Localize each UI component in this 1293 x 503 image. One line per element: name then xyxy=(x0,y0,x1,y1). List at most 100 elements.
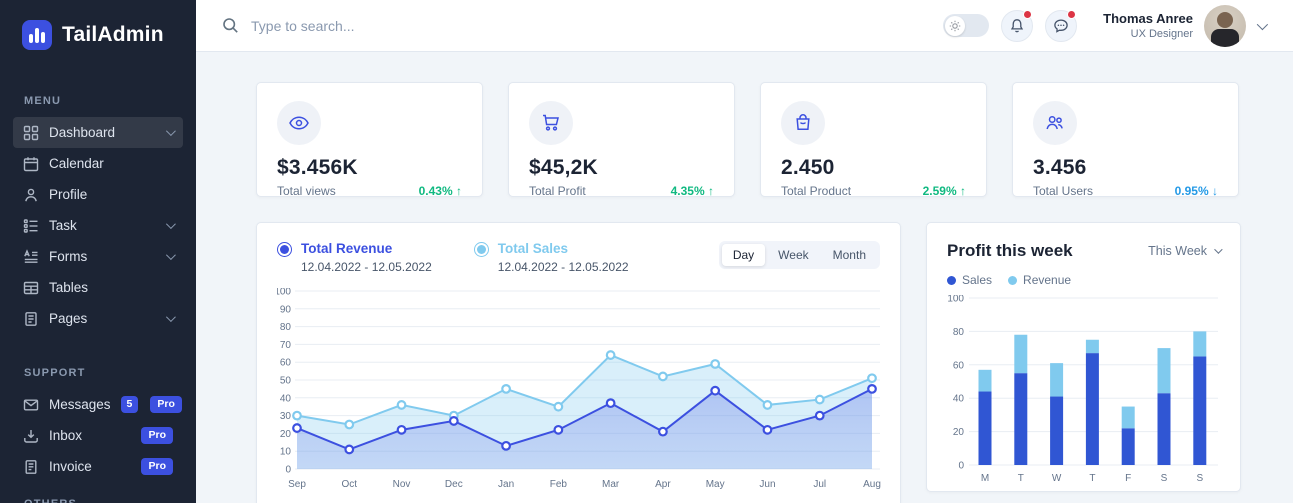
sidebar-item-calendar[interactable]: Calendar xyxy=(13,148,183,179)
calendar-icon xyxy=(23,156,39,172)
sidebar-item-label: Pages xyxy=(49,311,156,326)
sidebar-item-dashboard[interactable]: Dashboard xyxy=(13,117,183,148)
sidebar-item-messages[interactable]: Messages 5 Pro xyxy=(13,389,183,420)
task-icon xyxy=(23,218,39,234)
svg-text:40: 40 xyxy=(280,393,292,404)
sidebar: TailAdmin MENU Dashboard Calendar Profil… xyxy=(0,0,196,503)
forms-icon xyxy=(23,249,39,265)
stat-delta: 0.95% xyxy=(1175,184,1209,198)
svg-text:20: 20 xyxy=(953,427,965,438)
data-point xyxy=(607,399,615,407)
data-point xyxy=(398,401,406,409)
range-button-month[interactable]: Month xyxy=(822,244,877,266)
sun-icon xyxy=(949,20,961,32)
inbox-icon xyxy=(23,428,39,444)
user-menu[interactable]: Thomas Anree UX Designer xyxy=(1103,5,1265,47)
data-point xyxy=(816,396,824,404)
range-toggle: Day Week Month xyxy=(719,241,880,269)
sidebar-item-label: Task xyxy=(49,218,156,233)
sidebar-item-pages[interactable]: Pages xyxy=(13,303,183,334)
sidebar-item-inbox[interactable]: Inbox Pro xyxy=(13,420,183,451)
legend-dot-icon xyxy=(947,276,956,285)
legend-label: Sales xyxy=(962,273,992,287)
stat-label: Total views xyxy=(277,184,336,198)
svg-text:S: S xyxy=(1161,473,1168,484)
trend-down-icon: ↓ xyxy=(1212,184,1218,198)
stat-card-total-product: 2.450 Total Product 2.59% ↑ xyxy=(760,82,987,197)
stat-value: $3.456K xyxy=(277,156,462,180)
revenue-area-chart: 0102030405060708090100SepOctNovDecJanFeb… xyxy=(277,288,882,493)
revenue-bar xyxy=(1158,348,1171,393)
users-icon xyxy=(1044,112,1066,134)
svg-text:Jan: Jan xyxy=(498,479,514,490)
svg-text:20: 20 xyxy=(280,429,292,440)
sidebar-item-tables[interactable]: Tables xyxy=(13,272,183,303)
data-point xyxy=(555,426,563,434)
revenue-bar xyxy=(1086,340,1099,353)
stat-card-total-profit: $45,2K Total Profit 4.35% ↑ xyxy=(508,82,735,197)
eye-icon xyxy=(288,112,310,134)
svg-text:Jun: Jun xyxy=(759,479,775,490)
user-role: UX Designer xyxy=(1103,28,1193,40)
data-point xyxy=(764,426,772,434)
svg-text:10: 10 xyxy=(280,447,292,458)
sidebar-item-label: Tables xyxy=(49,280,173,295)
chevron-down-icon xyxy=(1214,245,1222,253)
pro-badge: Pro xyxy=(141,427,173,444)
series-period: 12.04.2022 - 12.05.2022 xyxy=(498,260,629,274)
pro-badge: Pro xyxy=(141,458,173,475)
search-input[interactable] xyxy=(251,18,571,34)
svg-text:0: 0 xyxy=(958,461,964,472)
legend-sales: Sales xyxy=(947,273,992,287)
data-point xyxy=(502,385,510,393)
revenue-bar xyxy=(979,370,992,392)
data-point xyxy=(293,412,301,420)
stat-value: 3.456 xyxy=(1033,156,1218,180)
legend-total-sales: Total Sales 12.04.2022 - 12.05.2022 xyxy=(474,241,629,274)
stat-delta: 2.59% xyxy=(923,184,957,198)
data-point xyxy=(345,421,353,429)
section-label-others: OTHERS xyxy=(0,498,196,503)
sidebar-item-forms[interactable]: Forms xyxy=(13,241,183,272)
data-point xyxy=(502,442,510,450)
range-button-day[interactable]: Day xyxy=(722,244,765,266)
brand[interactable]: TailAdmin xyxy=(0,0,196,56)
sidebar-item-label: Dashboard xyxy=(49,125,156,140)
stat-card-total-users: 3.456 Total Users 0.95% ↓ xyxy=(1012,82,1239,197)
legend-total-revenue: Total Revenue 12.04.2022 - 12.05.2022 xyxy=(277,241,432,274)
sidebar-item-invoice[interactable]: Invoice Pro xyxy=(13,451,183,482)
revenue-bar xyxy=(1050,363,1063,396)
chevron-down-icon xyxy=(166,250,176,260)
dark-mode-toggle[interactable] xyxy=(943,14,989,37)
dashboard-icon xyxy=(23,125,39,141)
profit-chart-card: Profit this week This Week Sales Revenue… xyxy=(926,222,1241,492)
sales-bar xyxy=(1122,428,1135,465)
svg-text:80: 80 xyxy=(280,322,292,333)
legend-dot-icon xyxy=(1008,276,1017,285)
chat-icon xyxy=(1053,18,1069,34)
trend-up-icon: ↑ xyxy=(708,184,714,198)
messages-button[interactable] xyxy=(1045,10,1077,42)
sidebar-item-label: Messages xyxy=(49,397,111,412)
range-button-week[interactable]: Week xyxy=(767,244,819,266)
svg-text:80: 80 xyxy=(953,327,965,338)
notifications-button[interactable] xyxy=(1001,10,1033,42)
sidebar-item-task[interactable]: Task xyxy=(13,210,183,241)
sidebar-item-profile[interactable]: Profile xyxy=(13,179,183,210)
stat-value: 2.450 xyxy=(781,156,966,180)
section-label-support: SUPPORT xyxy=(0,367,196,379)
cart-icon xyxy=(540,112,562,134)
week-select-dropdown[interactable]: This Week xyxy=(1148,244,1220,258)
sidebar-item-label: Invoice xyxy=(49,459,131,474)
sales-bar xyxy=(1086,353,1099,465)
chevron-down-icon xyxy=(166,219,176,229)
stat-card-total-views: $3.456K Total views 0.43% ↑ xyxy=(256,82,483,197)
svg-text:T: T xyxy=(1089,473,1095,484)
svg-text:60: 60 xyxy=(280,358,292,369)
svg-text:100: 100 xyxy=(277,288,291,298)
legend-revenue: Revenue xyxy=(1008,273,1071,287)
messages-icon xyxy=(23,397,39,413)
radio-icon xyxy=(474,242,489,257)
trend-up-icon: ↑ xyxy=(960,184,966,198)
svg-text:M: M xyxy=(981,473,989,484)
